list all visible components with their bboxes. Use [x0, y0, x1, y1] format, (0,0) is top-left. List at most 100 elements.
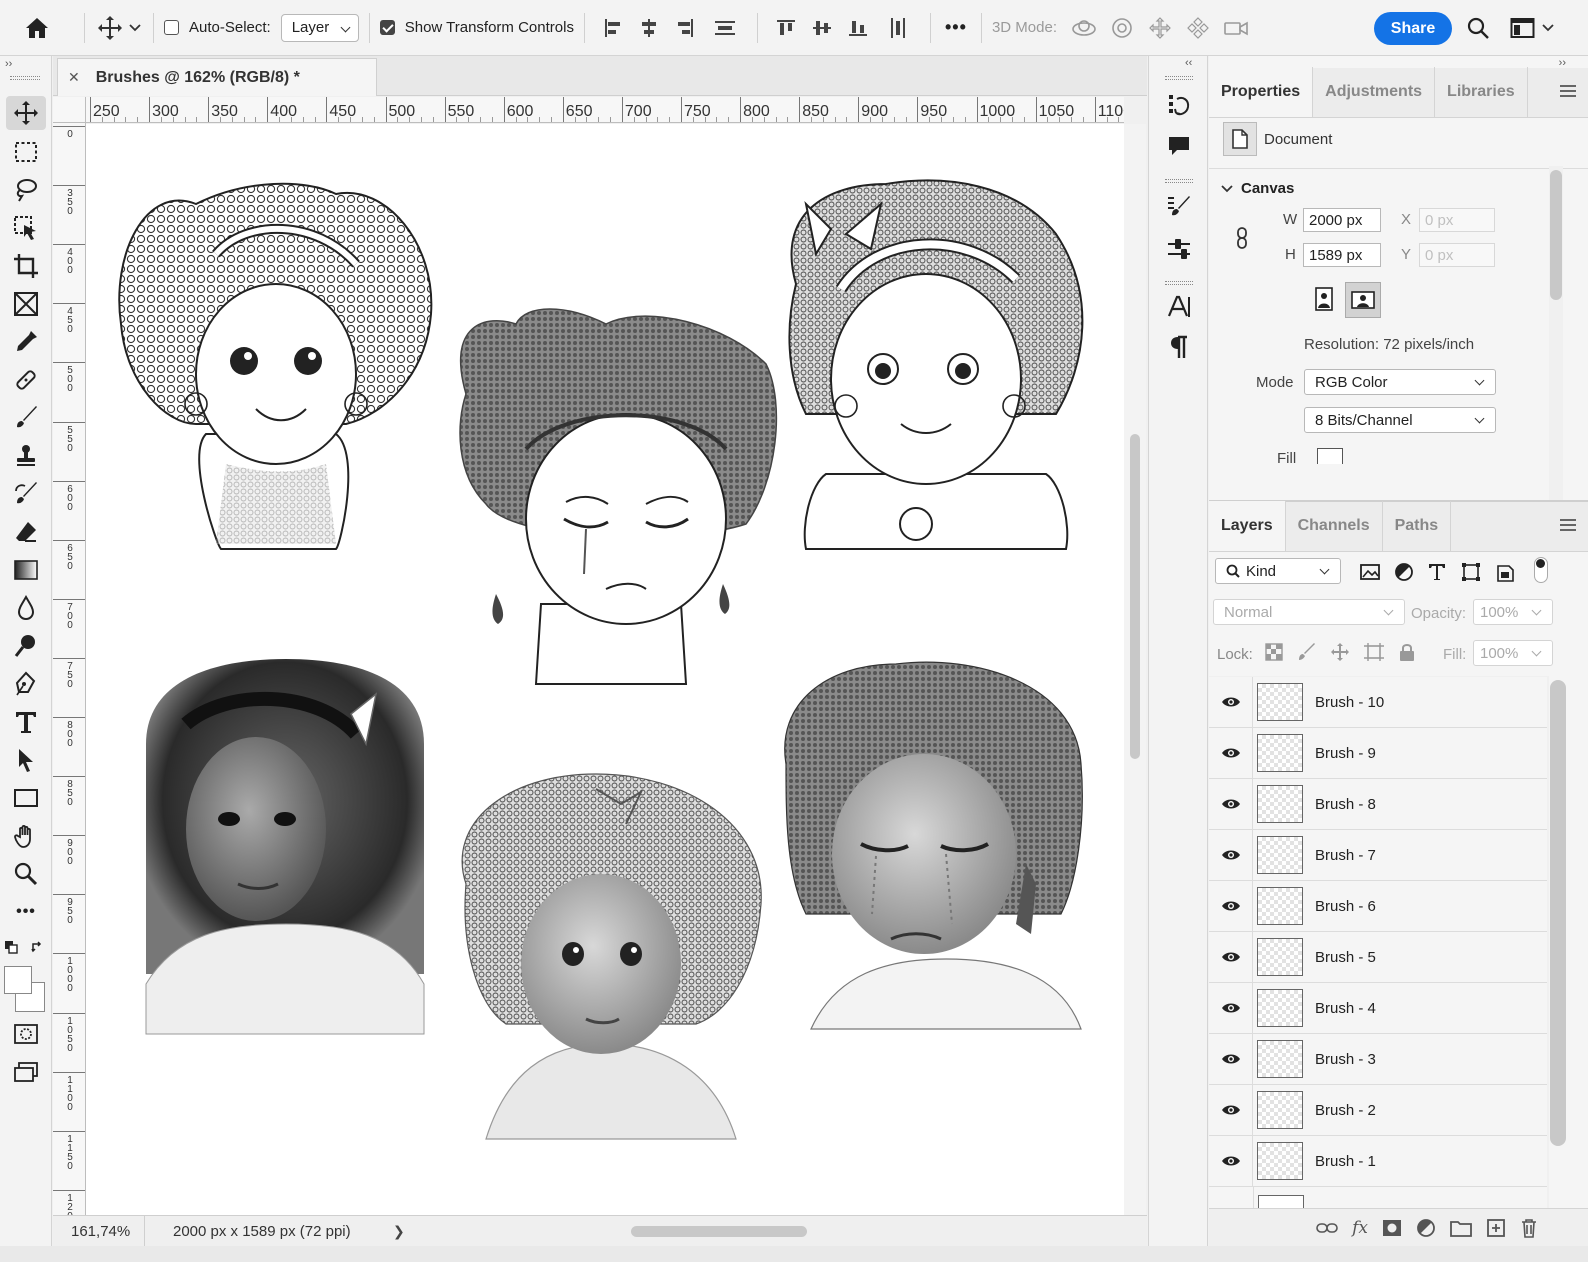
new-adjustment-layer-icon[interactable] — [1416, 1218, 1436, 1238]
zoom-tool[interactable] — [6, 857, 46, 891]
document-canvas[interactable] — [86, 124, 1124, 1215]
layer-row[interactable]: Brush - 2 — [1209, 1084, 1547, 1136]
path-selection-tool[interactable] — [6, 743, 46, 777]
screen-mode-button[interactable] — [6, 1055, 46, 1089]
pixel-layer-filter-icon[interactable] — [1359, 562, 1381, 582]
panel-grip[interactable] — [1165, 76, 1193, 80]
properties-scroll-thumb[interactable] — [1550, 170, 1562, 300]
panel-grip[interactable] — [10, 76, 40, 80]
lock-artboard-icon[interactable] — [1363, 642, 1385, 662]
layer-row[interactable]: Brush - 7 — [1209, 829, 1547, 881]
visibility-toggle[interactable] — [1209, 1033, 1253, 1085]
layer-filter-dropdown[interactable]: Kind — [1215, 558, 1341, 584]
canvas-y-input[interactable]: 0 px — [1419, 243, 1495, 267]
marquee-tool[interactable] — [6, 135, 46, 169]
tab-libraries[interactable]: Libraries — [1435, 67, 1528, 117]
visibility-toggle[interactable] — [1209, 829, 1253, 881]
object-selection-tool[interactable] — [6, 211, 46, 245]
eraser-tool[interactable] — [6, 515, 46, 549]
blur-tool[interactable] — [6, 591, 46, 625]
align-bottom-edges-button[interactable] — [840, 8, 876, 48]
lock-position-icon[interactable] — [1330, 642, 1350, 662]
crop-tool[interactable] — [6, 249, 46, 283]
hand-tool[interactable] — [6, 819, 46, 853]
tab-layers[interactable]: Layers — [1209, 501, 1286, 551]
layer-row[interactable]: Brush - 9 — [1209, 727, 1547, 779]
healing-brush-tool[interactable] — [6, 363, 46, 397]
layer-row[interactable]: Brush - 6 — [1209, 880, 1547, 932]
delete-layer-icon[interactable] — [1520, 1218, 1538, 1238]
layer-style-button[interactable]: fx — [1352, 1218, 1368, 1238]
brush-settings-panel-button[interactable] — [1161, 190, 1197, 224]
more-options-button[interactable]: ••• — [941, 8, 971, 48]
auto-select-target-dropdown[interactable]: Layer — [280, 13, 359, 42]
auto-select-checkbox[interactable] — [164, 20, 179, 35]
layers-scroll-thumb[interactable] — [1550, 680, 1566, 1146]
horizontal-ruler[interactable]: 250 300 350 400 450 500 550 600 650 700 750 800 850 9… — [86, 97, 1124, 123]
3d-orbit-button[interactable] — [1065, 8, 1103, 48]
lock-image-pixels-icon[interactable] — [1297, 642, 1317, 662]
canvas-x-input[interactable]: 0 px — [1419, 208, 1495, 232]
visibility-toggle[interactable] — [1209, 778, 1253, 830]
visibility-toggle[interactable] — [1209, 727, 1253, 779]
align-vertical-centers-button[interactable] — [804, 8, 840, 48]
share-button[interactable]: Share — [1374, 12, 1452, 45]
history-brush-tool[interactable] — [6, 477, 46, 511]
canvas-section-toggle[interactable]: Canvas — [1221, 180, 1294, 197]
3d-roll-button[interactable] — [1103, 8, 1141, 48]
align-top-edges-button[interactable] — [768, 8, 804, 48]
close-tab-icon[interactable]: ✕ — [68, 69, 80, 86]
dodge-tool[interactable] — [6, 629, 46, 663]
blend-mode-dropdown[interactable]: Normal — [1213, 599, 1405, 625]
layer-row[interactable]: Brush - 10 — [1209, 676, 1547, 728]
rectangle-tool[interactable] — [6, 781, 46, 815]
document-tab[interactable]: ✕ Brushes @ 162% (RGB/8) * — [57, 58, 377, 96]
visibility-toggle[interactable] — [1209, 931, 1253, 983]
type-layer-filter-icon[interactable] — [1427, 562, 1447, 582]
layer-row[interactable]: Brush - 8 — [1209, 778, 1547, 830]
status-menu-arrow[interactable]: ❯ — [393, 1223, 405, 1240]
collapse-panel-icon[interactable]: ›› — [5, 58, 12, 70]
tab-adjustments[interactable]: Adjustments — [1313, 67, 1436, 117]
type-tool[interactable] — [6, 705, 46, 739]
lock-transparent-pixels-icon[interactable] — [1264, 642, 1284, 662]
layer-row[interactable]: Brush - 5 — [1209, 931, 1547, 983]
3d-camera-button[interactable] — [1217, 8, 1255, 48]
vertical-scroll-thumb[interactable] — [1130, 434, 1140, 759]
eyedropper-tool[interactable] — [6, 325, 46, 359]
search-button[interactable] — [1466, 16, 1490, 44]
layer-row[interactable]: Brush - 3 — [1209, 1033, 1547, 1085]
layer-row[interactable]: Brush - 1 — [1209, 1135, 1547, 1187]
fill-color-swatch[interactable] — [1317, 448, 1343, 464]
default-colors-icon[interactable] — [4, 940, 18, 954]
layer-row-partial[interactable] — [1209, 1187, 1547, 1208]
align-left-edges-button[interactable] — [595, 8, 631, 48]
smart-object-filter-icon[interactable] — [1495, 561, 1515, 583]
distribute-vertical-button[interactable] — [703, 8, 747, 48]
tab-paths[interactable]: Paths — [1383, 501, 1452, 551]
properties-scrollbar[interactable] — [1549, 166, 1563, 500]
panel-grip[interactable] — [1165, 179, 1193, 183]
tab-properties[interactable]: Properties — [1209, 67, 1314, 117]
visibility-toggle[interactable] — [1209, 1084, 1253, 1136]
horizontal-scroll-thumb[interactable] — [631, 1226, 807, 1237]
lock-all-icon[interactable] — [1398, 642, 1416, 662]
visibility-toggle[interactable] — [1209, 676, 1253, 728]
move-tool[interactable] — [6, 96, 46, 130]
panel-menu-icon[interactable] — [1560, 85, 1576, 97]
filter-toggle-switch[interactable] — [1534, 557, 1548, 583]
shape-layer-filter-icon[interactable] — [1460, 561, 1482, 583]
lasso-tool[interactable] — [6, 173, 46, 207]
layer-row[interactable]: Brush - 4 — [1209, 982, 1547, 1034]
align-horizontal-centers-button[interactable] — [631, 8, 667, 48]
character-panel-button[interactable] — [1161, 290, 1197, 324]
workspace-switcher-button[interactable] — [1510, 17, 1554, 39]
brush-tool[interactable] — [6, 401, 46, 435]
bit-depth-dropdown[interactable]: 8 Bits/Channel — [1304, 407, 1496, 433]
paragraph-panel-button[interactable] — [1161, 330, 1197, 364]
gradient-tool[interactable] — [6, 553, 46, 587]
zoom-level-field[interactable]: 161,74% — [53, 1216, 145, 1246]
canvas-height-input[interactable]: 1589 px — [1303, 243, 1381, 267]
swap-colors-icon[interactable] — [30, 940, 44, 954]
portrait-orientation-button[interactable] — [1309, 282, 1339, 316]
